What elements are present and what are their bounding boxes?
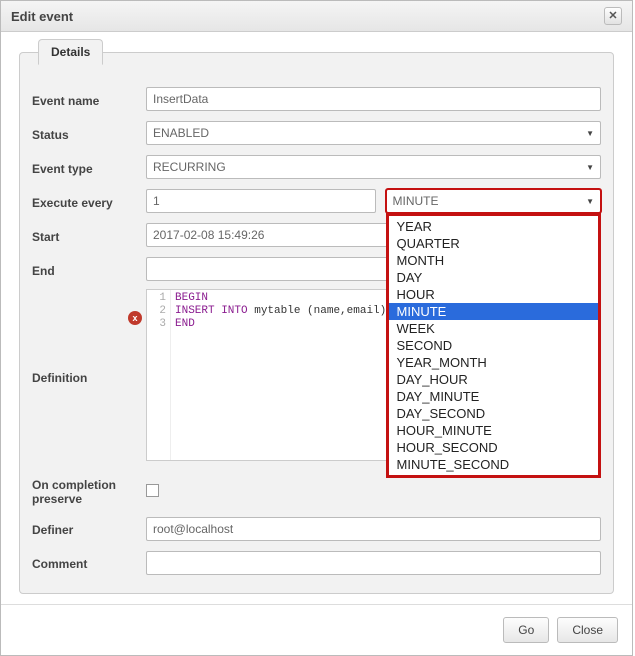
tab-details[interactable]: Details: [38, 39, 103, 65]
dialog-body: Details Event name Status ENABLED ▼: [1, 32, 632, 604]
label-event-name: Event name: [32, 91, 146, 108]
event-type-select[interactable]: RECURRING ▼: [146, 155, 601, 179]
details-fieldset: Details Event name Status ENABLED ▼: [19, 52, 614, 594]
error-icon: x: [128, 311, 142, 325]
line-number: 1: [147, 292, 166, 305]
row-definer: Definer: [32, 517, 601, 541]
row-event-type: Event type RECURRING ▼: [32, 155, 601, 179]
dialog-title: Edit event: [11, 9, 73, 24]
interval-option[interactable]: QUARTER: [389, 235, 599, 252]
row-status: Status ENABLED ▼: [32, 121, 601, 145]
execute-every-unit-value: MINUTE: [393, 194, 439, 208]
execute-every-unit-select[interactable]: MINUTE ▼: [386, 189, 602, 213]
row-comment: Comment: [32, 551, 601, 575]
definer-input[interactable]: [146, 517, 601, 541]
interval-option[interactable]: MONTH: [389, 252, 599, 269]
edit-event-dialog: Edit event ✕ Details Event name Status: [0, 0, 633, 656]
label-event-type: Event type: [32, 159, 146, 176]
label-comment: Comment: [32, 554, 146, 571]
code-token: END: [175, 318, 195, 330]
go-button[interactable]: Go: [503, 617, 549, 643]
code-gutter: 1 2 3: [147, 290, 171, 460]
interval-dropdown-list[interactable]: YEARQUARTERMONTHDAYHOURMINUTEWEEKSECONDY…: [386, 213, 602, 478]
code-content: BEGIN INSERT INTO mytable (name,email) E…: [171, 290, 390, 460]
interval-option[interactable]: HOUR_MINUTE: [389, 422, 599, 439]
execute-every-number-input[interactable]: [146, 189, 376, 213]
interval-option[interactable]: DAY: [389, 269, 599, 286]
chevron-down-icon: ▼: [586, 197, 594, 206]
code-token: mytable (name,email): [248, 305, 387, 317]
interval-option[interactable]: YEAR_MONTH: [389, 354, 599, 371]
row-event-name: Event name: [32, 87, 601, 111]
interval-option[interactable]: DAY_HOUR: [389, 371, 599, 388]
interval-option[interactable]: YEAR: [389, 218, 599, 235]
tab-strip: Details: [38, 39, 103, 65]
row-on-completion: On completion preserve: [32, 475, 601, 507]
dialog-header: Edit event ✕: [1, 1, 632, 32]
interval-option[interactable]: HOUR: [389, 286, 599, 303]
interval-option[interactable]: WEEK: [389, 320, 599, 337]
label-status: Status: [32, 125, 146, 142]
chevron-down-icon: ▼: [586, 163, 594, 172]
event-type-select-value: RECURRING: [153, 160, 226, 174]
event-name-input[interactable]: [146, 87, 601, 111]
row-execute-every: Execute every MINUTE ▼ YEARQUARTERMONTHD…: [32, 189, 601, 213]
dialog-footer: Go Close: [1, 604, 632, 655]
code-token: INSERT INTO: [175, 305, 248, 317]
interval-option[interactable]: HOUR_SECOND: [389, 439, 599, 456]
label-definition: Definition: [32, 289, 146, 385]
on-completion-preserve-checkbox[interactable]: [146, 484, 159, 497]
label-end: End: [32, 261, 146, 278]
close-button[interactable]: Close: [557, 617, 618, 643]
dialog-close-button[interactable]: ✕: [604, 7, 622, 25]
line-number: 2: [147, 305, 166, 318]
label-definer: Definer: [32, 520, 146, 537]
status-select[interactable]: ENABLED ▼: [146, 121, 601, 145]
interval-option[interactable]: MINUTE_SECOND: [389, 456, 599, 473]
comment-input[interactable]: [146, 551, 601, 575]
label-on-completion-preserve: On completion preserve: [32, 475, 146, 507]
interval-option[interactable]: SECOND: [389, 337, 599, 354]
interval-option[interactable]: MINUTE: [389, 303, 599, 320]
tab-details-label: Details: [51, 45, 90, 59]
label-start: Start: [32, 227, 146, 244]
code-token: BEGIN: [175, 292, 208, 304]
close-icon: ✕: [608, 11, 617, 22]
label-execute-every: Execute every: [32, 193, 146, 210]
status-select-value: ENABLED: [153, 126, 209, 140]
chevron-down-icon: ▼: [586, 129, 594, 138]
interval-option[interactable]: DAY_MINUTE: [389, 388, 599, 405]
line-number: 3: [147, 318, 166, 331]
interval-option[interactable]: DAY_SECOND: [389, 405, 599, 422]
